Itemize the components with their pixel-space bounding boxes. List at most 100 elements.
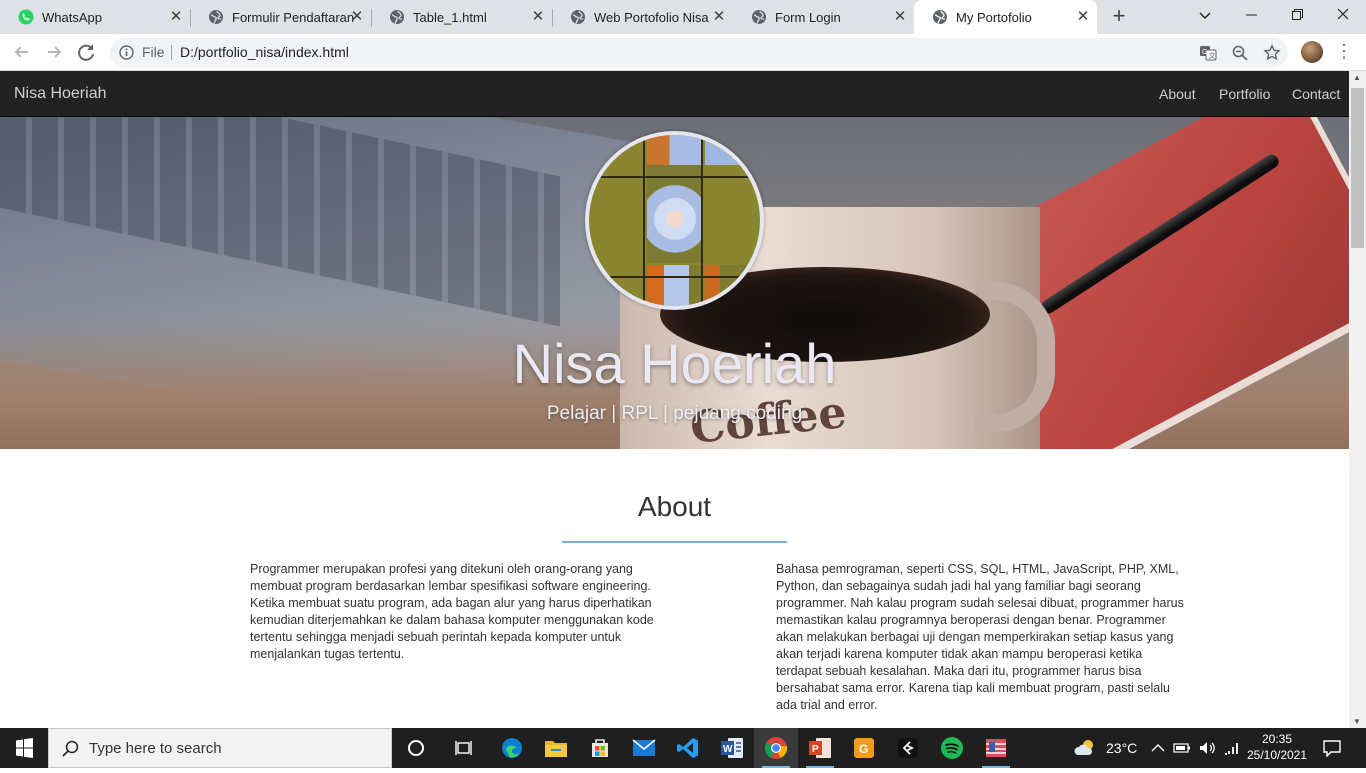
tab-label: WhatsApp <box>42 9 102 25</box>
restore-icon <box>1291 9 1303 20</box>
close-icon[interactable]: ✕ <box>711 9 727 25</box>
globe-icon <box>933 10 947 24</box>
task-view-icon <box>455 741 472 755</box>
taskbar-search[interactable]: Type here to search <box>48 728 392 768</box>
scroll-thumb[interactable] <box>1351 88 1364 248</box>
close-icon[interactable]: ✕ <box>892 9 908 25</box>
tab-label: Table_1.html <box>413 9 487 25</box>
file-explorer-app[interactable] <box>534 728 578 768</box>
close-icon[interactable]: ✕ <box>1075 9 1091 25</box>
address-divider <box>171 45 172 60</box>
forward-arrow-icon[interactable] <box>43 41 65 63</box>
scroll-down-arrow-icon[interactable]: ▼ <box>1353 717 1361 726</box>
tab-strip: WhatsApp ✕ Formulir Pendaftaran ✕ Table_… <box>0 0 1366 34</box>
close-icon[interactable]: ✕ <box>530 9 546 25</box>
notification-icon <box>1323 740 1341 757</box>
profile-avatar[interactable] <box>1301 41 1323 63</box>
about-text-right: Bahasa pemrograman, seperti CSS, SQL, HT… <box>776 562 1184 712</box>
restore-button[interactable] <box>1274 0 1320 32</box>
notification-button[interactable] <box>1322 728 1342 768</box>
store-icon <box>592 739 608 757</box>
tab-label: Web Portofolio Nisa <box>594 9 709 25</box>
chrome-icon <box>764 737 788 759</box>
cortana-button[interactable] <box>394 728 438 768</box>
scroll-up-arrow-icon[interactable]: ▲ <box>1353 73 1361 82</box>
globe-icon <box>571 10 585 24</box>
mail-icon <box>632 739 656 756</box>
weather-cloud-sun-icon <box>1074 740 1093 755</box>
tab-whatsapp[interactable]: WhatsApp ✕ <box>0 0 191 34</box>
tab-formulir-pendaftaran[interactable]: Formulir Pendaftaran ✕ <box>190 0 372 34</box>
browser-toolbar: File D:/portfolio_nisa/index.html G文 ⋮ <box>0 34 1366 71</box>
close-icon[interactable]: ✕ <box>168 9 184 25</box>
tab-table-1[interactable]: Table_1.html ✕ <box>371 0 553 34</box>
globe-icon <box>209 10 223 24</box>
vscode-icon <box>677 738 698 758</box>
zoom-icon[interactable] <box>1231 44 1249 62</box>
volume-button[interactable] <box>1198 728 1216 768</box>
hero-name: Nisa Hoeriah <box>512 332 837 395</box>
battery-button[interactable] <box>1173 728 1191 768</box>
nav-link-portfolio[interactable]: Portfolio <box>1219 86 1270 102</box>
page-scrollbar[interactable]: ▲ ▼ <box>1349 71 1366 728</box>
scheme-label: File <box>142 44 165 60</box>
wifi-icon <box>1225 743 1238 755</box>
whatsapp-icon <box>18 9 34 25</box>
tab-label: My Portofolio <box>956 9 1032 25</box>
translate-icon[interactable]: G文 <box>1199 44 1217 62</box>
weather-temp: 23°C <box>1106 740 1138 756</box>
vscode-app[interactable] <box>666 728 710 768</box>
url-text[interactable]: D:/portfolio_nisa/index.html <box>180 44 349 60</box>
nav-link-contact[interactable]: Contact <box>1292 86 1340 102</box>
chrome-app[interactable] <box>754 728 798 768</box>
site-brand[interactable]: Nisa Hoeriah <box>14 85 106 103</box>
spotify-icon <box>941 737 963 759</box>
task-view-button[interactable] <box>442 728 486 768</box>
menu-kebab-icon[interactable]: ⋮ <box>1335 41 1353 63</box>
tab-web-portofolio-nisa[interactable]: Web Portofolio Nisa ✕ <box>552 0 733 34</box>
page-viewport: Nisa Hoeriah About Portfolio Contact Cof… <box>0 71 1349 728</box>
nav-link-about[interactable]: About <box>1159 86 1196 102</box>
start-button[interactable] <box>0 728 48 768</box>
hero-tagline: Pelajar | RPL | pejuang coding <box>546 403 803 424</box>
about-text-left: Programmer merupakan profesi yang diteku… <box>250 562 654 661</box>
mail-app[interactable] <box>622 728 666 768</box>
tab-search-button[interactable] <box>1182 0 1228 32</box>
reload-icon[interactable] <box>75 41 97 63</box>
address-bar[interactable]: File D:/portfolio_nisa/index.html G文 <box>110 38 1288 67</box>
dev-app[interactable] <box>886 728 930 768</box>
chevron-down-icon <box>1199 12 1211 19</box>
network-button[interactable] <box>1223 728 1241 768</box>
speaker-icon <box>1200 742 1215 754</box>
tab-label: Form Login <box>775 9 841 25</box>
star-icon[interactable] <box>1263 44 1281 62</box>
taskbar-clock[interactable]: 20:35 25/10/2021 <box>1246 731 1308 763</box>
tab-form-login[interactable]: Form Login ✕ <box>733 0 914 34</box>
chevron-up-icon <box>1151 744 1165 752</box>
word-icon: W <box>721 738 743 758</box>
profile-photo <box>585 131 764 310</box>
back-arrow-icon[interactable] <box>11 41 33 63</box>
edge-icon <box>502 738 522 758</box>
pdf-app[interactable]: G <box>842 728 886 768</box>
tab-label: Formulir Pendaftaran <box>232 9 355 25</box>
close-icon[interactable]: ✕ <box>349 9 365 25</box>
store-app[interactable] <box>578 728 622 768</box>
word-app[interactable]: W <box>710 728 754 768</box>
tray-overflow-button[interactable] <box>1151 728 1165 768</box>
new-tab-button[interactable]: + <box>1108 5 1130 28</box>
info-icon[interactable] <box>119 45 134 60</box>
minimize-icon <box>1245 14 1257 16</box>
svg-text:G: G <box>1202 49 1207 56</box>
powerpoint-app[interactable]: P <box>798 728 842 768</box>
tab-my-portofolio[interactable]: My Portofolio ✕ <box>914 0 1097 34</box>
clock-date: 25/10/2021 <box>1246 748 1308 762</box>
spotify-app[interactable] <box>930 728 974 768</box>
close-window-button[interactable] <box>1320 0 1366 32</box>
globe-icon <box>390 10 404 24</box>
app-window[interactable] <box>974 728 1018 768</box>
minimize-button[interactable] <box>1228 0 1274 32</box>
windows-logo-icon <box>16 738 33 758</box>
weather-widget[interactable]: 23°C <box>1074 728 1137 768</box>
edge-app[interactable] <box>490 728 534 768</box>
